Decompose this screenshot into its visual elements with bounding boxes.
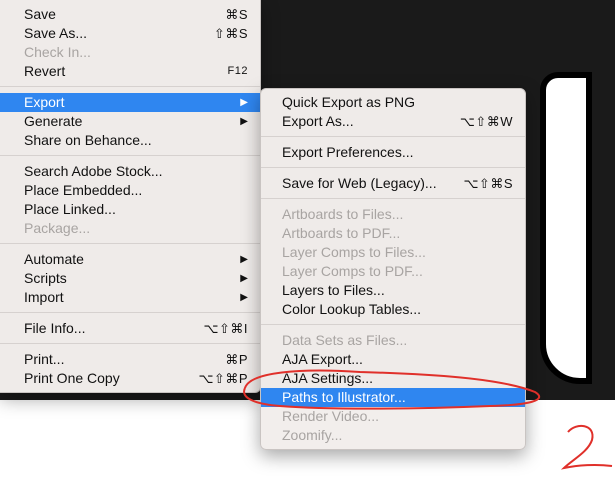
menu-separator: [0, 86, 260, 87]
submenu-arrow-icon: ▶: [240, 97, 248, 108]
menu-item-aja-settings[interactable]: AJA Settings...: [261, 369, 525, 388]
menu-item-file-info[interactable]: File Info... ⌥⇧⌘I: [0, 319, 260, 338]
menu-item-color-lookup-tables[interactable]: Color Lookup Tables...: [261, 300, 525, 319]
menu-item-aja-export[interactable]: AJA Export...: [261, 350, 525, 369]
menu-separator: [0, 243, 260, 244]
menu-item-save[interactable]: Save ⌘S: [0, 5, 260, 24]
menu-item-export-preferences[interactable]: Export Preferences...: [261, 143, 525, 162]
menu-item-artboards-to-files: Artboards to Files...: [282, 206, 404, 222]
menu-separator: [261, 324, 525, 325]
menu-item-revert[interactable]: Revert F12: [0, 62, 260, 81]
menu-item-scripts[interactable]: Scripts ▶: [0, 269, 260, 288]
menu-item-zoomify: Zoomify...: [282, 427, 343, 443]
menu-item-save-for-web[interactable]: Save for Web (Legacy)... ⌥⇧⌘S: [261, 174, 525, 193]
export-submenu: Quick Export as PNG Export As... ⌥⇧⌘W Exp…: [260, 88, 526, 450]
menu-item-export-as[interactable]: Export As... ⌥⇧⌘W: [261, 112, 525, 131]
file-menu: Save ⌘S Save As... ⇧⌘S Check In... Revert F…: [0, 0, 261, 393]
artwork-shape: [540, 72, 592, 384]
menu-item-search-adobe-stock[interactable]: Search Adobe Stock...: [0, 162, 260, 181]
menu-separator: [261, 136, 525, 137]
menu-item-artboards-to-pdf: Artboards to PDF...: [282, 225, 401, 241]
submenu-arrow-icon: ▶: [240, 273, 248, 284]
menu-item-automate[interactable]: Automate ▶: [0, 250, 260, 269]
menu-item-share-on-behance[interactable]: Share on Behance...: [0, 131, 260, 150]
menu-item-place-linked[interactable]: Place Linked...: [0, 200, 260, 219]
menu-separator: [0, 312, 260, 313]
submenu-arrow-icon: ▶: [240, 292, 248, 303]
menu-item-place-embedded[interactable]: Place Embedded...: [0, 181, 260, 200]
menu-item-layer-comps-to-files: Layer Comps to Files...: [282, 244, 426, 260]
menu-item-data-sets-as-files: Data Sets as Files...: [282, 332, 408, 348]
submenu-arrow-icon: ▶: [240, 254, 248, 265]
menu-item-save-as[interactable]: Save As... ⇧⌘S: [0, 24, 260, 43]
menu-separator: [261, 167, 525, 168]
menu-item-quick-export-png[interactable]: Quick Export as PNG: [261, 93, 525, 112]
menu-item-print[interactable]: Print... ⌘P: [0, 350, 260, 369]
menu-item-check-in: Check In...: [24, 44, 91, 60]
menu-item-export[interactable]: Export ▶: [0, 93, 260, 112]
menu-item-paths-to-illustrator[interactable]: Paths to Illustrator...: [261, 388, 525, 407]
menu-separator: [0, 155, 260, 156]
menu-item-render-video: Render Video...: [282, 408, 380, 424]
menu-separator: [261, 198, 525, 199]
menu-item-layer-comps-to-pdf: Layer Comps to PDF...: [282, 263, 423, 279]
menu-separator: [0, 343, 260, 344]
menu-item-generate[interactable]: Generate ▶: [0, 112, 260, 131]
menu-item-import[interactable]: Import ▶: [0, 288, 260, 307]
submenu-arrow-icon: ▶: [240, 116, 248, 127]
menu-item-layers-to-files[interactable]: Layers to Files...: [261, 281, 525, 300]
menu-item-package: Package...: [24, 220, 91, 236]
menu-item-print-one-copy[interactable]: Print One Copy ⌥⇧⌘P: [0, 369, 260, 388]
